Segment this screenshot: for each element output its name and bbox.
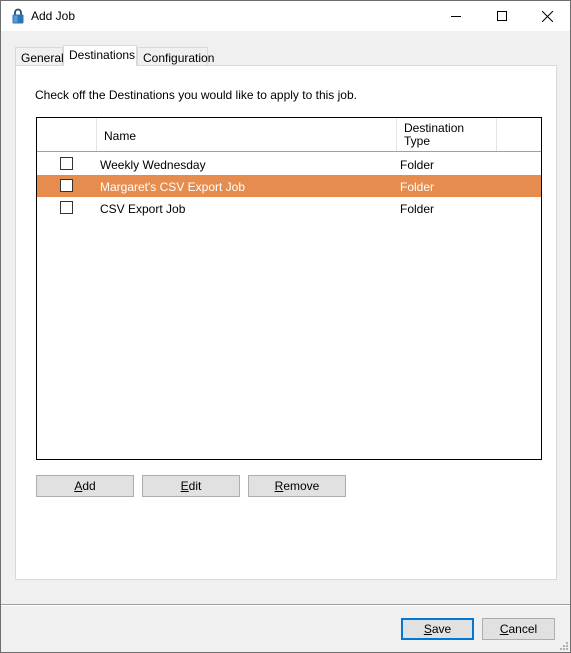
row-name: Weekly Wednesday	[100, 158, 206, 172]
column-header-type-line2: Type	[404, 134, 431, 148]
close-button[interactable]	[524, 1, 570, 31]
column-header-check[interactable]	[37, 118, 97, 151]
cancel-button[interactable]: Cancel	[482, 618, 555, 640]
edit-button[interactable]: Edit	[142, 475, 240, 497]
tab-general[interactable]: General	[15, 47, 64, 65]
add-job-dialog: Add Job General Destinations Configurati…	[0, 0, 571, 653]
row-checkbox[interactable]	[60, 157, 73, 170]
destinations-panel: Check off the Destinations you would lik…	[15, 65, 557, 580]
list-item[interactable]: Weekly Wednesday Folder	[37, 153, 541, 175]
list-item-selected[interactable]: Margaret's CSV Export Job Folder	[37, 175, 541, 197]
remove-label: emove	[283, 479, 320, 493]
title-bar[interactable]: Add Job	[1, 1, 570, 31]
row-type: Folder	[400, 158, 435, 172]
edit-label: dit	[188, 479, 202, 493]
remove-accel: R	[274, 479, 284, 493]
maximize-icon	[497, 11, 507, 21]
row-checkbox[interactable]	[60, 179, 73, 192]
add-button[interactable]: Add	[36, 475, 134, 497]
list-header: Name Destination Type	[37, 118, 541, 152]
maximize-button[interactable]	[479, 1, 525, 31]
row-type: Folder	[400, 202, 435, 216]
edit-accel: E	[180, 479, 189, 493]
row-checkbox[interactable]	[60, 201, 73, 214]
tab-destinations[interactable]: Destinations	[63, 45, 137, 66]
row-type: Folder	[400, 180, 435, 194]
remove-button[interactable]: Remove	[248, 475, 346, 497]
column-header-destination-type[interactable]: Destination Type	[397, 118, 497, 151]
cancel-label: ancel	[508, 622, 538, 636]
row-name: CSV Export Job	[100, 202, 186, 216]
window-title: Add Job	[31, 9, 76, 23]
padlock-icon	[12, 8, 24, 24]
save-accel: S	[423, 622, 432, 636]
save-label: ave	[431, 622, 452, 636]
column-header-filler	[497, 118, 541, 151]
instruction-text: Check off the Destinations you would lik…	[35, 88, 357, 102]
destinations-list[interactable]: Name Destination Type Weekly Wednesday F…	[36, 117, 542, 460]
close-icon	[541, 10, 553, 22]
list-item[interactable]: CSV Export Job Folder	[37, 197, 541, 219]
tab-configuration[interactable]: Configuration	[137, 47, 214, 65]
save-button[interactable]: Save	[401, 618, 474, 640]
resize-grip-icon[interactable]	[558, 640, 568, 650]
footer-separator	[1, 604, 570, 606]
column-header-name[interactable]: Name	[97, 118, 397, 151]
row-name: Margaret's CSV Export Job	[100, 180, 246, 194]
minimize-button[interactable]	[433, 1, 479, 31]
minimize-icon	[451, 16, 461, 17]
add-label: dd	[82, 479, 96, 493]
